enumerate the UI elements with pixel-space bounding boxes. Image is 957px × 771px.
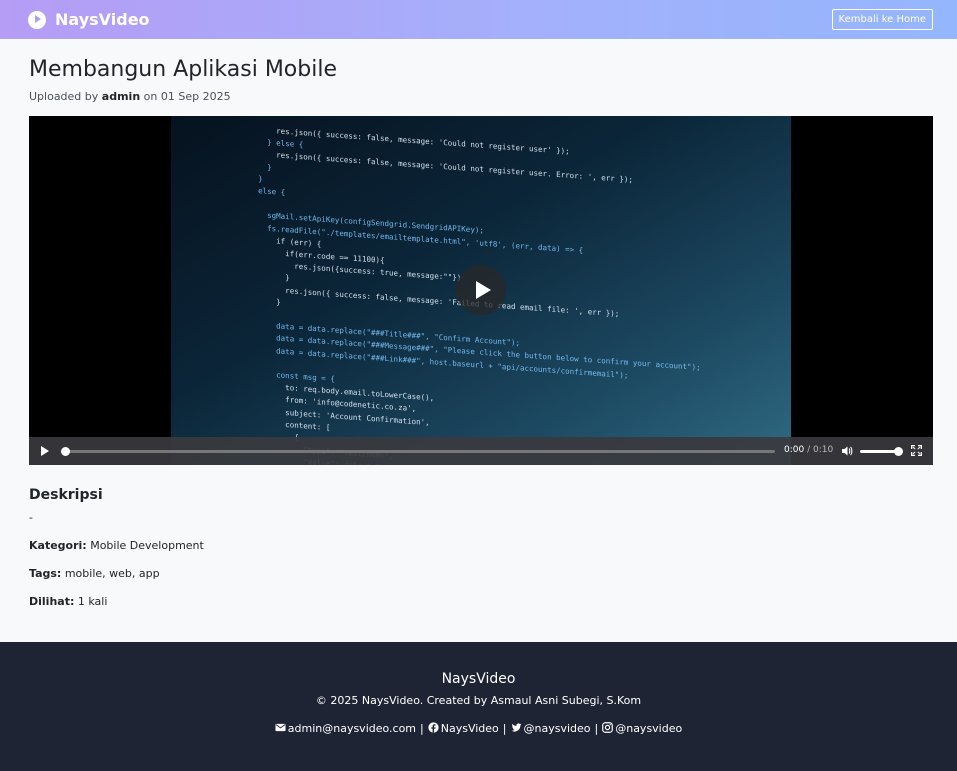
footer: NaysVideo © 2025 NaysVideo. Created by A… [0,642,957,771]
back-to-home-button[interactable]: Kembali ke Home [831,9,933,30]
footer-instagram: @naysvideo [615,722,683,735]
description-text: - [29,511,33,524]
footer-brand: NaysVideo [441,671,516,687]
footer-twitter-link[interactable]: @naysvideo [510,722,591,735]
volume-handle[interactable] [894,447,903,456]
progress-bar[interactable] [61,447,775,456]
twitter-icon [510,723,522,732]
fullscreen-icon[interactable] [911,445,922,456]
footer-separator: | [594,722,599,735]
upload-meta: Uploaded by admin on 01 Sep 2025 [29,90,231,103]
tags-label: Tags: [29,567,62,580]
category-row: Kategori: Mobile Development [29,539,204,552]
footer-email-link[interactable]: admin@naysvideo.com [275,722,416,735]
uploaded-by-label: Uploaded by [29,90,99,103]
footer-facebook: NaysVideo [440,722,499,735]
views-label: Dilihat: [29,595,75,608]
play-icon[interactable] [41,446,49,456]
footer-twitter: @naysvideo [523,722,591,735]
navbar: NaysVideo Kembali ke Home [0,0,957,39]
views-value: 1 kali [77,595,108,608]
brand-link[interactable]: NaysVideo [28,10,150,29]
tags-row: Tags: mobile, web, app [29,567,160,580]
footer-links: admin@naysvideo.com | NaysVideo | @naysv… [0,722,957,735]
footer-email: admin@naysvideo.com [287,722,417,735]
video-controls: 0:00 / 0:10 [29,437,933,465]
duration: / 0:10 [807,445,834,455]
footer-separator: | [420,722,424,735]
footer-separator: | [502,722,507,735]
upload-date: 01 Sep 2025 [160,90,231,103]
video-frame[interactable]: res.json({ success: false, message: 'Cou… [171,116,791,465]
footer-copyright: © 2025 NaysVideo. Created by Asmaul Asni… [315,694,642,707]
description-heading: Deskripsi [29,487,103,503]
uploader-name: admin [101,90,141,103]
footer-instagram-link[interactable]: @naysvideo [602,722,682,735]
tags-value: mobile, web, app [64,567,160,580]
instagram-icon [602,722,614,733]
volume-icon[interactable] [841,445,853,457]
views-row: Dilihat: 1 kali [29,595,107,608]
date-prefix: on [143,90,158,103]
facebook-icon [428,722,439,733]
progress-handle[interactable] [61,447,70,456]
footer-facebook-link[interactable]: NaysVideo [428,722,499,735]
category-label: Kategori: [29,539,87,552]
envelope-icon [275,723,286,732]
video-player[interactable]: res.json({ success: false, message: 'Cou… [29,116,933,465]
brand-name: NaysVideo [55,10,150,29]
time-display: 0:00 / 0:10 [784,445,833,455]
current-time: 0:00 [784,445,805,455]
category-value: Mobile Development [90,539,204,552]
big-play-button[interactable] [456,265,506,315]
play-circle-icon [28,10,46,29]
video-title: Membangun Aplikasi Mobile [29,57,337,82]
